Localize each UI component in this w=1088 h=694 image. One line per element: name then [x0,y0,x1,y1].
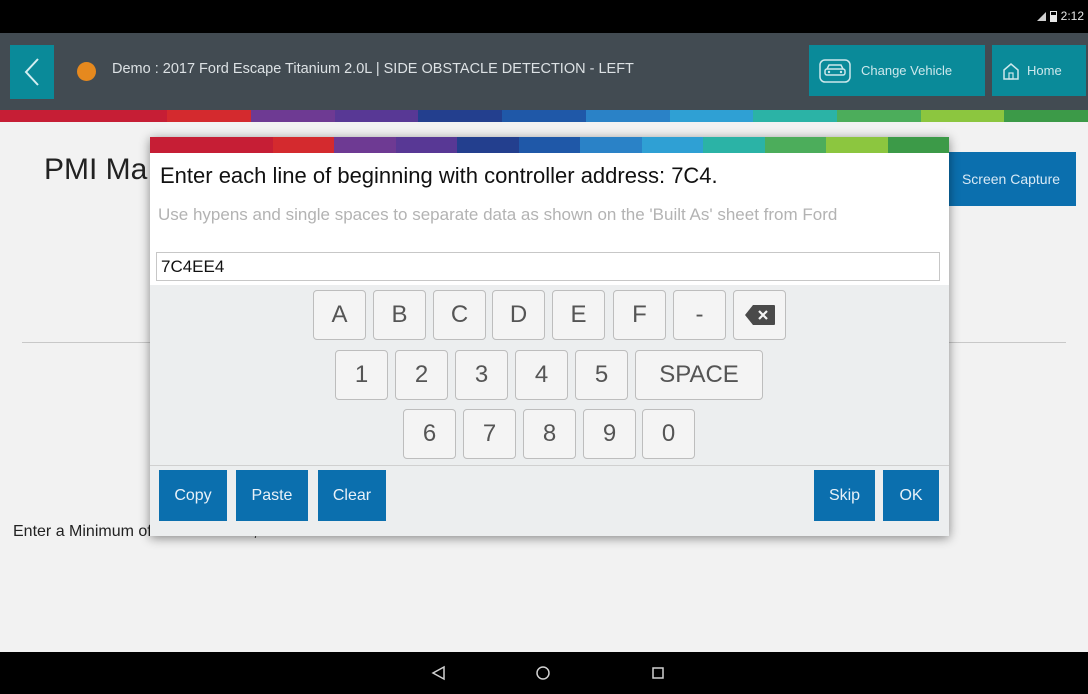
stripe-segment [418,110,503,122]
chevron-left-icon [24,58,39,86]
stripe-segment [502,110,586,122]
key-0[interactable]: 0 [642,409,695,459]
key-2[interactable]: 2 [395,350,448,400]
home-icon [1002,62,1020,80]
header-color-stripe [0,110,1088,122]
key-7[interactable]: 7 [463,409,516,459]
app-header: Demo : 2017 Ford Escape Titanium 2.0L | … [0,33,1088,110]
key-hyphen[interactable]: - [673,290,726,340]
backspace-icon [744,305,775,325]
key-4[interactable]: 4 [515,350,568,400]
dialog-title: Enter each line of beginning with contro… [160,163,718,188]
stripe-segment [211,137,273,153]
stripe-segment [753,110,837,122]
stripe-segment [518,137,581,153]
navigation-bar [0,652,1088,694]
circle-home-icon [536,666,550,680]
stripe-segment [1004,110,1088,122]
backspace-key[interactable] [733,290,786,340]
dialog-header: Enter each line of beginning with contro… [150,153,949,285]
copy-button[interactable]: Copy [159,470,227,521]
nav-recents-button[interactable] [646,662,670,684]
key-3[interactable]: 3 [455,350,508,400]
stripe-segment [641,137,704,153]
stripe-segment [150,137,212,153]
key-b[interactable]: B [373,290,426,340]
stripe-segment [334,110,419,122]
nav-home-button[interactable] [531,662,555,684]
key-a[interactable]: A [313,290,366,340]
stripe-segment [669,110,754,122]
key-d[interactable]: D [492,290,545,340]
key-9[interactable]: 9 [583,409,636,459]
status-time: 2:12 [1060,9,1084,23]
stripe-segment [836,110,921,122]
dialog-color-stripe [150,137,950,153]
key-f[interactable]: F [613,290,666,340]
key-6[interactable]: 6 [403,409,456,459]
car-icon [819,58,851,83]
skip-button[interactable]: Skip [814,470,875,521]
clear-button[interactable]: Clear [318,470,386,521]
signal-icon [1036,11,1046,21]
stripe-segment [580,137,642,153]
change-vehicle-button[interactable]: Change Vehicle [809,45,985,96]
stripe-segment [920,110,1005,122]
key-5[interactable]: 5 [575,350,628,400]
keypad-dialog: Enter each line of beginning with contro… [150,137,950,536]
stripe-segment [887,137,950,153]
nav-back-button[interactable] [427,662,451,684]
stripe-segment [585,110,670,122]
stripe-segment [334,137,396,153]
dialog-divider [150,465,949,466]
stripe-segment [0,110,84,122]
square-recents-icon [652,667,664,679]
triangle-back-icon [431,665,445,681]
key-1[interactable]: 1 [335,350,388,400]
stripe-segment [395,137,458,153]
battery-icon [1049,10,1057,22]
status-icons: 2:12 [1036,9,1084,23]
stripe-segment [83,110,168,122]
back-button[interactable] [10,45,54,99]
space-key[interactable]: SPACE [635,350,763,400]
code-input[interactable] [156,252,940,281]
status-bar: 2:12 [0,0,1088,33]
stripe-segment [826,137,888,153]
status-dot [77,62,96,81]
stripe-segment [272,137,335,153]
home-button[interactable]: Home [992,45,1086,96]
stripe-segment [251,110,335,122]
paste-button[interactable]: Paste [236,470,308,521]
key-e[interactable]: E [552,290,605,340]
stripe-segment [167,110,252,122]
stripe-segment [457,137,519,153]
key-8[interactable]: 8 [523,409,576,459]
ok-button[interactable]: OK [883,470,939,521]
dialog-instructions: Use hypens and single spaces to separate… [158,205,838,224]
screen-capture-button[interactable]: Screen Capture [946,152,1076,206]
stripe-segment [703,137,765,153]
page-title: PMI Ma [44,153,148,186]
home-label: Home [1027,63,1062,78]
change-vehicle-label: Change Vehicle [861,63,953,78]
stripe-segment [764,137,827,153]
vehicle-title: Demo : 2017 Ford Escape Titanium 2.0L | … [112,61,634,77]
key-c[interactable]: C [433,290,486,340]
